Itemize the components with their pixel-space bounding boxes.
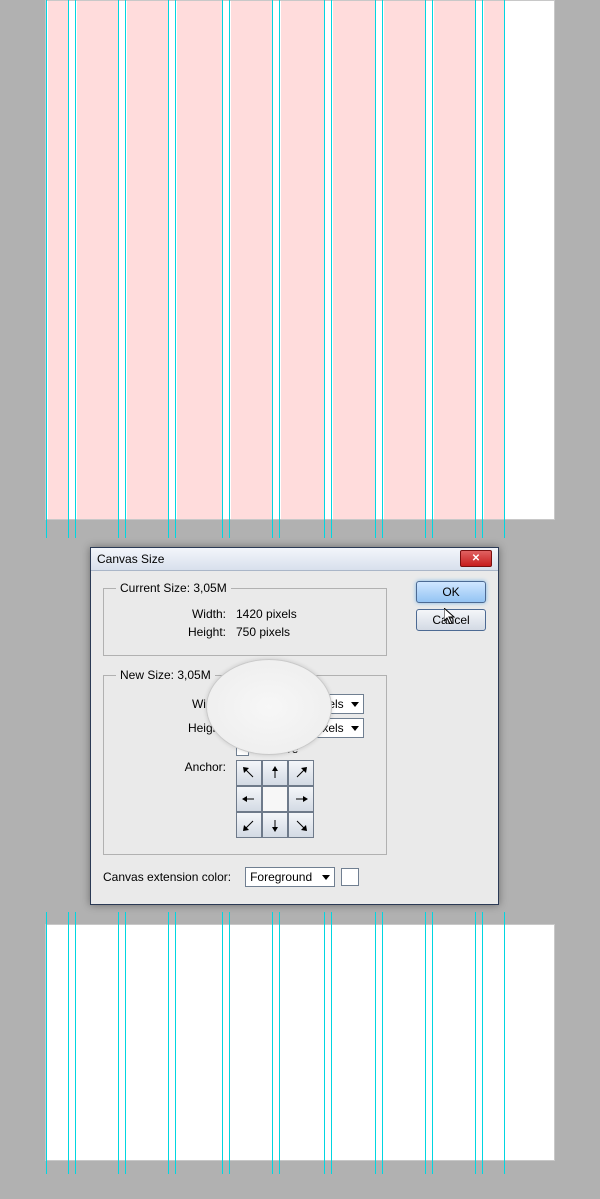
guide-line: [118, 0, 119, 538]
guide-line: [482, 912, 483, 1174]
new-width-unit-select[interactable]: pixels: [308, 694, 364, 714]
current-size-legend: Current Size: 3,05M: [116, 581, 231, 595]
guide-line: [279, 0, 280, 538]
guide-line: [272, 912, 273, 1174]
guide-line: [504, 0, 505, 538]
guide-line: [229, 912, 230, 1174]
extension-color-label: Canvas extension color:: [103, 870, 239, 884]
anchor-e[interactable]: [288, 786, 314, 812]
guide-line: [175, 0, 176, 538]
new-width-unit-label: pixels: [313, 697, 344, 711]
guide-line: [504, 912, 505, 1174]
guide-line: [482, 0, 483, 538]
anchor-w[interactable]: [236, 786, 262, 812]
dialog-titlebar[interactable]: Canvas Size ✕: [91, 548, 498, 571]
new-height-unit-select[interactable]: pixels: [308, 718, 364, 738]
canvas-size-dialog: Canvas Size ✕ Current Size: 3,05M Width:…: [90, 547, 499, 905]
guide-line: [125, 0, 126, 538]
guide-line: [125, 912, 126, 1174]
guide-line: [475, 0, 476, 538]
ok-button[interactable]: OK: [416, 581, 486, 603]
anchor-center[interactable]: [262, 786, 288, 812]
guide-line: [425, 0, 426, 538]
guide-line: [324, 912, 325, 1174]
guide-line: [279, 912, 280, 1174]
new-width-input[interactable]: [236, 694, 302, 714]
arrow-se-icon: [293, 817, 309, 833]
guide-line: [68, 0, 69, 538]
arrow-n-icon: [267, 765, 283, 781]
guide-line: [175, 912, 176, 1174]
guide-line: [375, 912, 376, 1174]
guide-line: [432, 0, 433, 538]
guide-line: [331, 0, 332, 538]
current-height-label: Height:: [116, 625, 236, 639]
close-icon: ✕: [472, 553, 480, 564]
chevron-down-icon: [351, 726, 359, 731]
current-height-value: 750 pixels: [236, 625, 290, 639]
canvas-guides-bottom: [45, 912, 555, 1172]
canvas-guides-top: [45, 0, 555, 540]
guide-line: [168, 0, 169, 538]
new-size-group: New Size: 3,05M Width: pixels Height: pi…: [103, 668, 387, 855]
close-button[interactable]: ✕: [460, 550, 492, 567]
anchor-s[interactable]: [262, 812, 288, 838]
guide-line: [46, 0, 47, 538]
guide-line: [75, 912, 76, 1174]
new-height-unit-label: pixels: [313, 721, 344, 735]
anchor-label: Anchor:: [116, 760, 236, 774]
guide-line: [222, 0, 223, 538]
new-size-legend: New Size: 3,05M: [116, 668, 215, 682]
anchor-n[interactable]: [262, 760, 288, 786]
guide-line: [222, 912, 223, 1174]
arrow-s-icon: [267, 817, 283, 833]
anchor-ne[interactable]: [288, 760, 314, 786]
extension-color-value: Foreground: [250, 870, 312, 884]
anchor-sw[interactable]: [236, 812, 262, 838]
new-height-input[interactable]: [236, 718, 302, 738]
guide-line: [382, 912, 383, 1174]
guide-line: [118, 912, 119, 1174]
arrow-e-icon: [293, 791, 309, 807]
extension-color-swatch[interactable]: [341, 868, 359, 886]
new-height-label: Height:: [116, 721, 236, 735]
arrow-nw-icon: [241, 765, 257, 781]
current-size-group: Current Size: 3,05M Width: 1420 pixels H…: [103, 581, 387, 656]
guide-line: [331, 912, 332, 1174]
dialog-body: Current Size: 3,05M Width: 1420 pixels H…: [91, 571, 498, 904]
relative-label: Relative: [255, 742, 298, 756]
ok-button-label: OK: [442, 585, 459, 599]
chevron-down-icon: [322, 875, 330, 880]
guide-line: [432, 912, 433, 1174]
chevron-down-icon: [351, 702, 359, 707]
anchor-grid: [236, 760, 314, 838]
arrow-sw-icon: [241, 817, 257, 833]
guide-line: [46, 912, 47, 1174]
arrow-ne-icon: [293, 765, 309, 781]
guide-line: [425, 912, 426, 1174]
extension-color-select[interactable]: Foreground: [245, 867, 335, 887]
guide-line: [168, 912, 169, 1174]
guide-line: [272, 0, 273, 538]
anchor-se[interactable]: [288, 812, 314, 838]
guide-line: [68, 912, 69, 1174]
relative-checkbox[interactable]: [236, 743, 249, 756]
guide-line: [382, 0, 383, 538]
current-width-label: Width:: [116, 607, 236, 621]
guide-line: [475, 912, 476, 1174]
guide-line: [375, 0, 376, 538]
anchor-nw[interactable]: [236, 760, 262, 786]
guide-line: [229, 0, 230, 538]
guide-line: [324, 0, 325, 538]
dialog-title: Canvas Size: [97, 552, 164, 566]
arrow-w-icon: [241, 791, 257, 807]
current-width-value: 1420 pixels: [236, 607, 297, 621]
cursor-icon: [444, 608, 456, 624]
guide-line: [75, 0, 76, 538]
new-width-label: Width:: [116, 697, 236, 711]
